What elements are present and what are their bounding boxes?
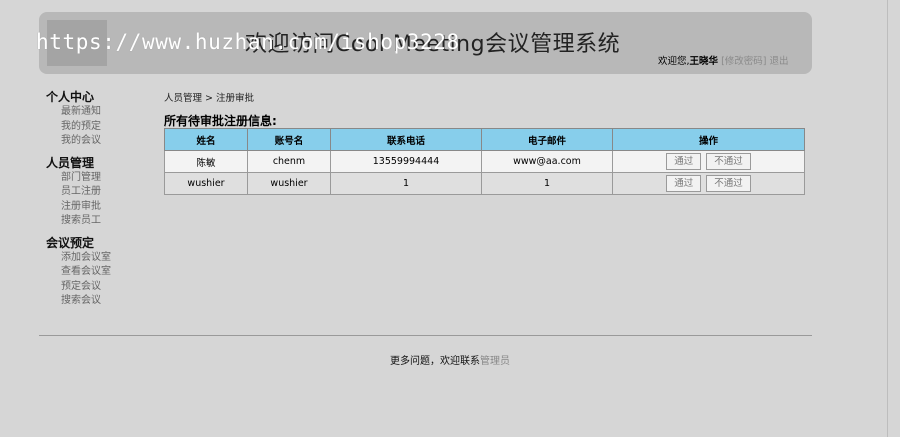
table-header-row: 姓名 账号名 联系电话 电子邮件 操作: [164, 128, 805, 151]
cell-name: wushier: [164, 172, 248, 195]
sidebar-item-registration-review[interactable]: 注册审批: [46, 200, 156, 215]
column-header-phone: 联系电话: [330, 128, 482, 151]
sidebar-item-notices[interactable]: 最新通知: [46, 105, 156, 120]
table-row: wushier wushier 1 1 通过 不通过: [164, 172, 805, 195]
breadcrumb: 人员管理 > 注册审批: [164, 93, 254, 104]
reject-button[interactable]: 不通过: [706, 153, 751, 170]
approve-button[interactable]: 通过: [666, 175, 702, 192]
sidebar-group-title: 人员管理: [46, 155, 95, 170]
sidebar-group-title: 个人中心: [46, 90, 95, 104]
sidebar-item-my-bookings[interactable]: 我的预定: [46, 120, 156, 135]
change-password-link[interactable]: [修改密码]: [721, 56, 766, 67]
cell-account: wushier: [247, 172, 331, 195]
column-header-email: 电子邮件: [481, 128, 613, 151]
column-header-name: 姓名: [164, 128, 248, 151]
sidebar-item-search-staff[interactable]: 搜索员工: [46, 214, 156, 229]
logout-link[interactable]: 退出: [770, 56, 789, 67]
sidebar-item-register-staff[interactable]: 员工注册: [46, 185, 156, 200]
contact-admin-link[interactable]: 管理员: [480, 356, 510, 367]
cell-phone: 1: [330, 172, 482, 195]
welcome-text: 欢迎您,: [658, 56, 690, 67]
user-name: 王晓华: [689, 56, 719, 67]
column-header-actions: 操作: [612, 128, 805, 151]
user-area: 欢迎您,王晓华 [修改密码] 退出: [658, 53, 789, 67]
cell-actions: 通过 不通过: [612, 150, 805, 173]
sidebar-group-meetings: 会议预定 添加会议室 查看会议室 预定会议 搜索会议: [46, 236, 156, 309]
cell-phone: 13559994444: [330, 150, 482, 173]
pending-registrations-table: 姓名 账号名 联系电话 电子邮件 操作 陈敏 chenm 13559994444…: [164, 128, 805, 195]
section-title: 所有待审批注册信息:: [164, 114, 277, 128]
cell-name: 陈敏: [164, 150, 248, 173]
column-header-account: 账号名: [247, 128, 331, 151]
watermark-url: https://www.huzhan.com/ishop3228: [36, 30, 460, 54]
sidebar-item-search-meetings[interactable]: 搜索会议: [46, 294, 156, 309]
cell-actions: 通过 不通过: [612, 172, 805, 195]
footer-text: 更多问题，欢迎联系: [390, 356, 480, 367]
cell-account: chenm: [247, 150, 331, 173]
sidebar: 个人中心 最新通知 我的预定 我的会议 人员管理 部门管理 员工注册 注册审批 …: [46, 90, 156, 309]
table-row: 陈敏 chenm 13559994444 www@aa.com 通过 不通过: [164, 150, 805, 173]
cell-email: 1: [481, 172, 613, 195]
approve-button[interactable]: 通过: [666, 153, 702, 170]
main-content: 人员管理 > 注册审批 所有待审批注册信息: 姓名 账号名 联系电话 电子邮件 …: [164, 90, 806, 195]
cell-email: www@aa.com: [481, 150, 613, 173]
sidebar-group-personal: 个人中心 最新通知 我的预定 我的会议: [46, 90, 156, 149]
sidebar-item-add-room[interactable]: 添加会议室: [46, 251, 156, 266]
sidebar-item-view-rooms[interactable]: 查看会议室: [46, 265, 156, 280]
footer-divider: [39, 335, 812, 336]
reject-button[interactable]: 不通过: [706, 175, 751, 192]
sidebar-group-title: 会议预定: [46, 235, 95, 250]
sidebar-group-staff: 人员管理 部门管理 员工注册 注册审批 搜索员工: [46, 156, 156, 229]
sidebar-item-my-meetings[interactable]: 我的会议: [46, 134, 156, 149]
sidebar-item-book-meeting[interactable]: 预定会议: [46, 280, 156, 295]
sidebar-item-departments[interactable]: 部门管理: [46, 171, 156, 186]
footer: 更多问题，欢迎联系管理员: [0, 352, 900, 367]
